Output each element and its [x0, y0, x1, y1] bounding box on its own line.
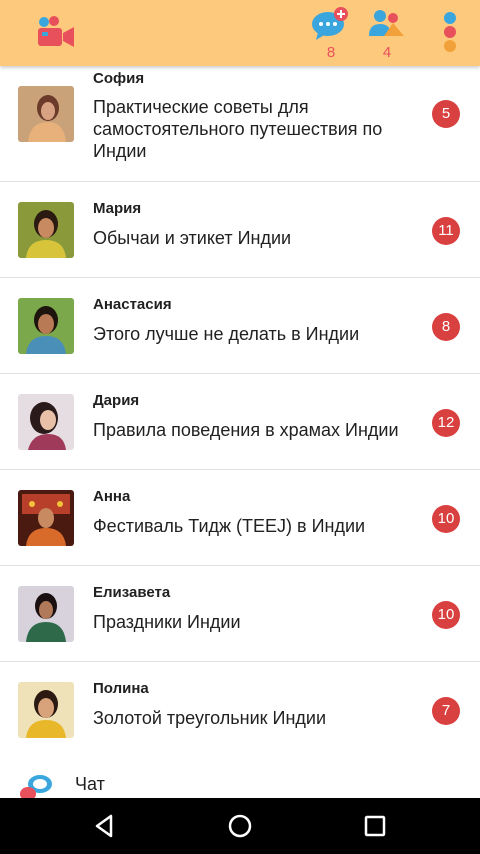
message-title: Этого лучше не делать в Индии: [93, 324, 360, 344]
app-header: 8 4: [0, 0, 480, 66]
friends-count: 4: [382, 44, 392, 61]
avatar: [18, 682, 74, 738]
home-icon[interactable]: [226, 812, 254, 840]
list-item[interactable]: Елизавета Праздники Индии 10: [0, 566, 480, 662]
overflow-menu-icon[interactable]: [436, 10, 464, 56]
sender-name: Дария: [93, 392, 140, 409]
message-title: Обычаи и этикет Индии: [93, 228, 292, 248]
list-item[interactable]: Полина Золотой треугольник Индии 7: [0, 662, 480, 758]
sender-name: Мария: [93, 200, 142, 217]
friends-button[interactable]: 4: [366, 6, 408, 62]
unread-badge: 11: [432, 217, 460, 245]
message-title: Практические советы для самостоятельного…: [93, 97, 383, 161]
list-item[interactable]: Анна Фестиваль Тидж (TEEJ) в Индии 10: [0, 470, 480, 566]
unread-badge: 5: [432, 100, 460, 128]
unread-badge: 8: [432, 313, 460, 341]
avatar: [18, 298, 74, 354]
recents-icon[interactable]: [361, 812, 389, 840]
unread-badge: 10: [432, 505, 460, 533]
system-nav-bar: [0, 798, 480, 854]
message-title: Золотой треугольник Индии: [93, 708, 327, 728]
sender-name: Анастасия: [93, 296, 172, 313]
avatar: [18, 490, 74, 546]
conversation-list: София Практические советы для самостояте…: [0, 66, 480, 758]
message-title: Фестиваль Тидж (TEEJ) в Индии: [93, 516, 366, 536]
back-icon[interactable]: [91, 812, 119, 840]
avatar: [18, 86, 74, 142]
message-title: Правила поведения в храмах Индии: [93, 420, 399, 440]
list-item[interactable]: Дария Правила поведения в храмах Индии 1…: [0, 374, 480, 470]
list-item[interactable]: София Практические советы для самостояте…: [0, 66, 480, 182]
video-call-icon[interactable]: [36, 14, 76, 50]
sender-name: Полина: [93, 680, 149, 697]
avatar: [18, 586, 74, 642]
list-item[interactable]: Мария Обычаи и этикет Индии 11: [0, 182, 480, 278]
chat-add-icon: [312, 7, 348, 40]
message-title: Праздники Индии: [93, 612, 241, 632]
chat-button[interactable]: 8: [310, 6, 352, 62]
list-item[interactable]: Анастасия Этого лучше не делать в Индии …: [0, 278, 480, 374]
chat-count: 8: [326, 44, 336, 61]
friends-icon: [369, 10, 404, 36]
drawer-item-chat[interactable]: Чат: [0, 752, 480, 801]
sender-name: София: [93, 70, 145, 87]
sender-name: Елизавета: [93, 584, 171, 601]
sender-name: Анна: [93, 488, 131, 505]
avatar: [18, 394, 74, 450]
chat-label: Чат: [75, 774, 105, 794]
unread-badge: 12: [432, 409, 460, 437]
unread-badge: 10: [432, 601, 460, 629]
avatar: [18, 202, 74, 258]
unread-badge: 7: [432, 697, 460, 725]
